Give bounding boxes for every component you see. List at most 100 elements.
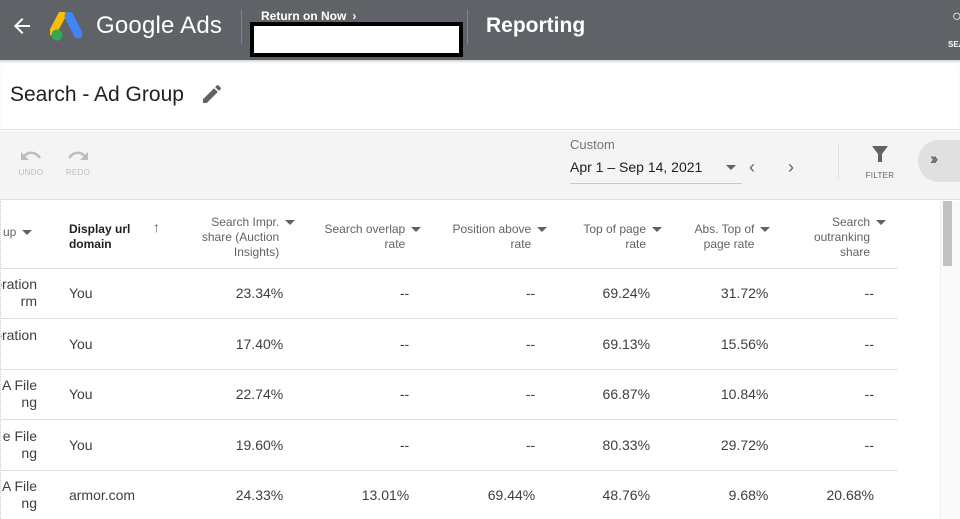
ad-group-name[interactable]: poration: [1, 327, 37, 361]
table-row[interactable]: A File ng armor.com 24.33% 13.01% 69.44% 48.76…: [1, 470, 898, 519]
cell-search-overlap-rate: --: [307, 268, 434, 319]
filter-funnel-icon: [872, 146, 888, 162]
cell-abs-top-of-page-rate: 10.84%: [674, 369, 793, 420]
sort-caret-icon[interactable]: [285, 220, 296, 225]
cell-search-impr-share: 23.34%: [173, 268, 308, 319]
cell-top-of-page-rate: 48.76%: [559, 470, 675, 519]
search-icon: ○: [952, 8, 960, 25]
redo-button[interactable]: REDO: [62, 148, 94, 177]
undo-button[interactable]: UNDO: [15, 148, 47, 177]
cell-position-above-rate: --: [433, 369, 560, 420]
cell-search-overlap-rate: --: [307, 318, 434, 370]
column-header-search-impr-share[interactable]: Search Impr. share (Auction Insights): [173, 201, 308, 269]
cell-search-outranking-share: --: [792, 419, 898, 471]
sort-ascending-arrow-icon[interactable]: ↑: [153, 220, 160, 235]
sort-caret-icon[interactable]: [652, 227, 663, 232]
cell-search-impr-share: 19.60%: [173, 419, 308, 471]
cell-top-of-page-rate: 80.33%: [559, 419, 675, 471]
date-range-type: Custom: [570, 137, 615, 152]
cell-search-outranking-share: --: [792, 268, 898, 319]
cell-top-of-page-rate: 69.24%: [559, 268, 675, 319]
column-header-ad-group[interactable]: up: [1, 201, 57, 269]
ad-group-name[interactable]: e File ng: [1, 427, 37, 462]
chevron-right-icon: ›: [352, 9, 357, 23]
cell-ad-group[interactable]: porationrm: [1, 268, 57, 319]
column-header-label: Position above rate: [452, 222, 532, 251]
account-name: Return on Now: [261, 9, 347, 23]
redo-icon: [67, 151, 88, 160]
ad-group-name-line: A File: [1, 377, 37, 394]
next-period-chevron-icon[interactable]: ›: [788, 157, 794, 178]
column-header-display-url-domain[interactable]: Display url domain ↑: [56, 201, 174, 269]
pencil-edit-icon[interactable]: [200, 82, 224, 106]
date-range-picker[interactable]: Custom Apr 1 – Sep 14, 2021: [570, 137, 742, 184]
column-header-position-above-rate[interactable]: Position above rate: [433, 201, 560, 269]
expand-panel-button[interactable]: ››: [918, 140, 960, 182]
product-name: Google Ads: [96, 12, 223, 39]
column-header-search-outranking-share[interactable]: Search outranking share: [792, 201, 898, 269]
auction-insights-table: up Display url domain ↑ Search Impr. shar…: [0, 201, 940, 519]
section-title: Reporting: [486, 14, 586, 37]
cell-display-url-domain: You: [56, 268, 174, 319]
cell-ad-group[interactable]: e File ng: [1, 419, 57, 471]
redo-label: REDO: [65, 168, 91, 177]
page-title: Search - Ad Group: [10, 83, 184, 106]
cell-display-url-domain: You: [56, 419, 174, 471]
cell-display-url-domain: You: [56, 369, 174, 420]
report-toolbar: UNDO REDO Custom Apr 1 – Sep 14, 2021 ‹ …: [0, 131, 960, 200]
search-button[interactable]: ○ SEARCH: [940, 6, 960, 50]
column-header-abs-top-of-page-rate[interactable]: Abs. Top of page rate: [674, 201, 793, 269]
back-arrow-icon[interactable]: [10, 14, 34, 38]
cell-search-outranking-share: 20.68%: [792, 470, 898, 519]
account-breadcrumb[interactable]: Return on Now ›: [261, 9, 356, 23]
cell-ad-group[interactable]: poration: [1, 318, 57, 370]
cell-ad-group[interactable]: A File ng: [1, 369, 57, 420]
ad-group-name-line: ng: [21, 394, 37, 411]
ad-group-name-line: poration: [1, 276, 37, 293]
filter-button[interactable]: FILTER: [862, 145, 898, 180]
table-row[interactable]: porationrmYou23.34%----69.24%31.72%--: [1, 268, 898, 319]
cell-abs-top-of-page-rate: 9.68%: [674, 470, 793, 519]
ad-group-name-line: ng: [21, 495, 37, 512]
filter-label: FILTER: [865, 171, 895, 180]
ad-group-name[interactable]: porationrm: [1, 276, 37, 310]
double-chevron-right-icon: ››: [930, 149, 939, 168]
cell-ad-group[interactable]: A File ng: [1, 470, 57, 519]
cell-top-of-page-rate: 66.87%: [559, 369, 675, 420]
column-header-label: Search Impr. share (Auction Insights): [201, 215, 280, 259]
table-row[interactable]: porationYou17.40%----69.13%15.56%--: [1, 318, 898, 370]
vertical-scrollbar-thumb[interactable]: [943, 201, 952, 266]
cell-search-overlap-rate: --: [307, 369, 434, 420]
column-header-top-of-page-rate[interactable]: Top of page rate: [559, 201, 675, 269]
sort-caret-icon[interactable]: [537, 227, 548, 232]
undo-label: UNDO: [18, 168, 44, 177]
divider: [241, 10, 242, 44]
cell-position-above-rate: --: [433, 419, 560, 471]
previous-period-chevron-icon[interactable]: ‹: [749, 157, 755, 178]
search-label: SEARCH: [948, 40, 960, 49]
cell-position-above-rate: --: [433, 268, 560, 319]
table-row[interactable]: e File ng You 19.60% -- -- 80.33% 29.72% --: [1, 419, 898, 471]
ad-group-name-line: e File: [2, 427, 37, 444]
cell-position-above-rate: --: [433, 318, 560, 370]
column-header-search-overlap-rate[interactable]: Search overlap rate: [307, 201, 434, 269]
cell-abs-top-of-page-rate: 31.72%: [674, 268, 793, 319]
google-ads-logo-icon: [50, 12, 82, 41]
cell-top-of-page-rate: 69.13%: [559, 318, 675, 370]
divider: [838, 143, 839, 179]
sort-caret-icon[interactable]: [760, 227, 771, 232]
cell-abs-top-of-page-rate: 29.72%: [674, 419, 793, 471]
cell-position-above-rate: 69.44%: [433, 470, 560, 519]
ad-group-name[interactable]: A File ng: [1, 478, 37, 512]
column-header-label: Search outranking share: [813, 215, 870, 259]
sort-caret-icon[interactable]: [411, 227, 422, 232]
column-header-label: up: [3, 225, 17, 239]
dropdown-caret-icon[interactable]: [726, 165, 736, 170]
sort-caret-icon[interactable]: [22, 230, 33, 235]
sort-caret-icon[interactable]: [876, 220, 886, 225]
column-header-label: Display url domain: [68, 222, 131, 251]
ad-group-name[interactable]: A File ng: [1, 377, 37, 411]
table-row[interactable]: A File ng You 22.74% -- -- 66.87% 10.84% --: [1, 369, 898, 420]
column-header-label: Search overlap rate: [324, 222, 406, 251]
cell-search-impr-share: 17.40%: [173, 318, 308, 370]
